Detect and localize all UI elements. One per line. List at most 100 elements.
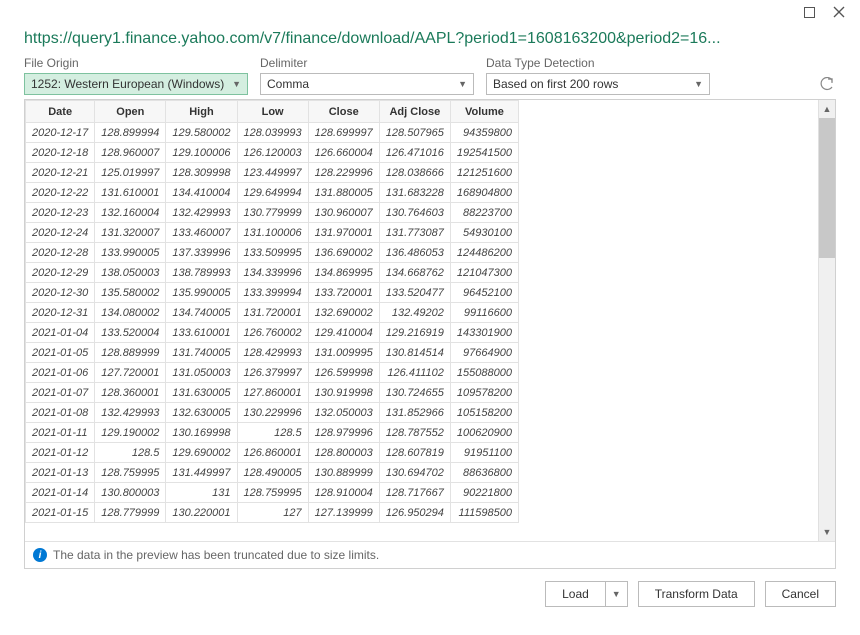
table-cell: 128.5 [237, 423, 308, 443]
table-cell: 2021-01-07 [26, 383, 95, 403]
table-row[interactable]: 2020-12-18128.960007129.100006126.120003… [26, 143, 519, 163]
window-maximize-icon[interactable] [798, 1, 820, 23]
table-cell: 126.950294 [379, 503, 450, 523]
table-cell: 2020-12-28 [26, 243, 95, 263]
table-row[interactable]: 2020-12-30135.580002135.990005133.399994… [26, 283, 519, 303]
table-cell: 155088000 [450, 363, 518, 383]
table-cell: 128.490005 [237, 463, 308, 483]
vertical-scrollbar[interactable]: ▲ ▼ [818, 100, 835, 541]
column-header[interactable]: Open [95, 101, 166, 123]
column-header[interactable]: Low [237, 101, 308, 123]
scrollbar-track[interactable] [819, 118, 835, 523]
table-row[interactable]: 2021-01-11129.190002130.169998128.5128.9… [26, 423, 519, 443]
table-row[interactable]: 2021-01-15128.779999130.220001127127.139… [26, 503, 519, 523]
table-cell: 129.690002 [166, 443, 237, 463]
table-cell: 2021-01-14 [26, 483, 95, 503]
table-cell: 131.683228 [379, 183, 450, 203]
table-cell: 132.49202 [379, 303, 450, 323]
table-cell: 2020-12-18 [26, 143, 95, 163]
table-row[interactable]: 2021-01-13128.759995131.449997128.490005… [26, 463, 519, 483]
table-cell: 127.720001 [95, 363, 166, 383]
table-cell: 126.471016 [379, 143, 450, 163]
table-cell: 128.889999 [95, 343, 166, 363]
table-cell: 124486200 [450, 243, 518, 263]
table-cell: 88223700 [450, 203, 518, 223]
table-cell: 123.449997 [237, 163, 308, 183]
table-cell: 127.139999 [308, 503, 379, 523]
refresh-icon[interactable] [816, 75, 836, 95]
table-row[interactable]: 2021-01-12128.5129.690002126.860001128.8… [26, 443, 519, 463]
window-close-icon[interactable] [828, 1, 850, 23]
scrollbar-thumb[interactable] [819, 118, 835, 258]
table-row[interactable]: 2020-12-23132.160004132.429993130.779999… [26, 203, 519, 223]
column-header[interactable]: Volume [450, 101, 518, 123]
table-row[interactable]: 2021-01-05128.889999131.740005128.429993… [26, 343, 519, 363]
table-row[interactable]: 2020-12-28133.990005137.339996133.509995… [26, 243, 519, 263]
table-cell: 2021-01-04 [26, 323, 95, 343]
table-cell: 126.599998 [308, 363, 379, 383]
column-header[interactable]: Close [308, 101, 379, 123]
table-row[interactable]: 2021-01-08132.429993132.630005130.229996… [26, 403, 519, 423]
table-cell: 121047300 [450, 263, 518, 283]
table-cell: 131.050003 [166, 363, 237, 383]
table-cell: 132.690002 [308, 303, 379, 323]
table-row[interactable]: 2020-12-22131.610001134.410004129.649994… [26, 183, 519, 203]
table-row[interactable]: 2020-12-24131.320007133.460007131.100006… [26, 223, 519, 243]
table-cell: 128.910004 [308, 483, 379, 503]
source-url: https://query1.finance.yahoo.com/v7/fina… [0, 24, 860, 56]
table-cell: 131.880005 [308, 183, 379, 203]
table-cell: 129.100006 [166, 143, 237, 163]
table-cell: 131.100006 [237, 223, 308, 243]
table-cell: 128.229996 [308, 163, 379, 183]
chevron-down-icon: ▼ [694, 79, 703, 89]
transform-data-button[interactable]: Transform Data [638, 581, 755, 607]
scroll-up-icon[interactable]: ▲ [819, 100, 835, 118]
table-cell: 133.520477 [379, 283, 450, 303]
table-cell: 130.694702 [379, 463, 450, 483]
column-header[interactable]: Adj Close [379, 101, 450, 123]
table-cell: 2020-12-17 [26, 123, 95, 143]
file-origin-dropdown[interactable]: 1252: Western European (Windows) ▼ [24, 73, 248, 95]
table-row[interactable]: 2020-12-31134.080002134.740005131.720001… [26, 303, 519, 323]
table-cell: 131.610001 [95, 183, 166, 203]
table-cell: 128.507965 [379, 123, 450, 143]
table-row[interactable]: 2020-12-29138.050003138.789993134.339996… [26, 263, 519, 283]
table-cell: 97664900 [450, 343, 518, 363]
table-cell: 131.970001 [308, 223, 379, 243]
table-cell: 134.339996 [237, 263, 308, 283]
table-cell: 131 [166, 483, 237, 503]
scroll-down-icon[interactable]: ▼ [819, 523, 835, 541]
column-header[interactable]: High [166, 101, 237, 123]
table-cell: 2021-01-08 [26, 403, 95, 423]
preview-table: DateOpenHighLowCloseAdj CloseVolume 2020… [25, 100, 519, 523]
table-cell: 136.486053 [379, 243, 450, 263]
table-cell: 132.160004 [95, 203, 166, 223]
data-type-detection-dropdown[interactable]: Based on first 200 rows ▼ [486, 73, 710, 95]
table-cell: 133.720001 [308, 283, 379, 303]
table-row[interactable]: 2021-01-06127.720001131.050003126.379997… [26, 363, 519, 383]
table-cell: 94359800 [450, 123, 518, 143]
table-cell: 132.429993 [166, 203, 237, 223]
table-row[interactable]: 2021-01-14130.800003131128.759995128.910… [26, 483, 519, 503]
table-cell: 130.779999 [237, 203, 308, 223]
load-dropdown-button[interactable]: ▼ [605, 581, 628, 607]
table-cell: 128.717667 [379, 483, 450, 503]
table-cell: 128.759995 [237, 483, 308, 503]
table-cell: 2020-12-24 [26, 223, 95, 243]
delimiter-dropdown[interactable]: Comma ▼ [260, 73, 474, 95]
table-row[interactable]: 2021-01-04133.520004133.610001126.760002… [26, 323, 519, 343]
cancel-button[interactable]: Cancel [765, 581, 836, 607]
column-header[interactable]: Date [26, 101, 95, 123]
table-cell: 130.169998 [166, 423, 237, 443]
table-cell: 111598500 [450, 503, 518, 523]
table-cell: 129.216919 [379, 323, 450, 343]
table-cell: 128.039993 [237, 123, 308, 143]
table-cell: 109578200 [450, 383, 518, 403]
data-type-detection-value: Based on first 200 rows [493, 77, 618, 91]
table-row[interactable]: 2020-12-17128.899994129.580002128.039993… [26, 123, 519, 143]
load-button[interactable]: Load [545, 581, 605, 607]
table-row[interactable]: 2021-01-07128.360001131.630005127.860001… [26, 383, 519, 403]
table-row[interactable]: 2020-12-21125.019997128.309998123.449997… [26, 163, 519, 183]
table-cell: 130.229996 [237, 403, 308, 423]
chevron-down-icon: ▼ [458, 79, 467, 89]
